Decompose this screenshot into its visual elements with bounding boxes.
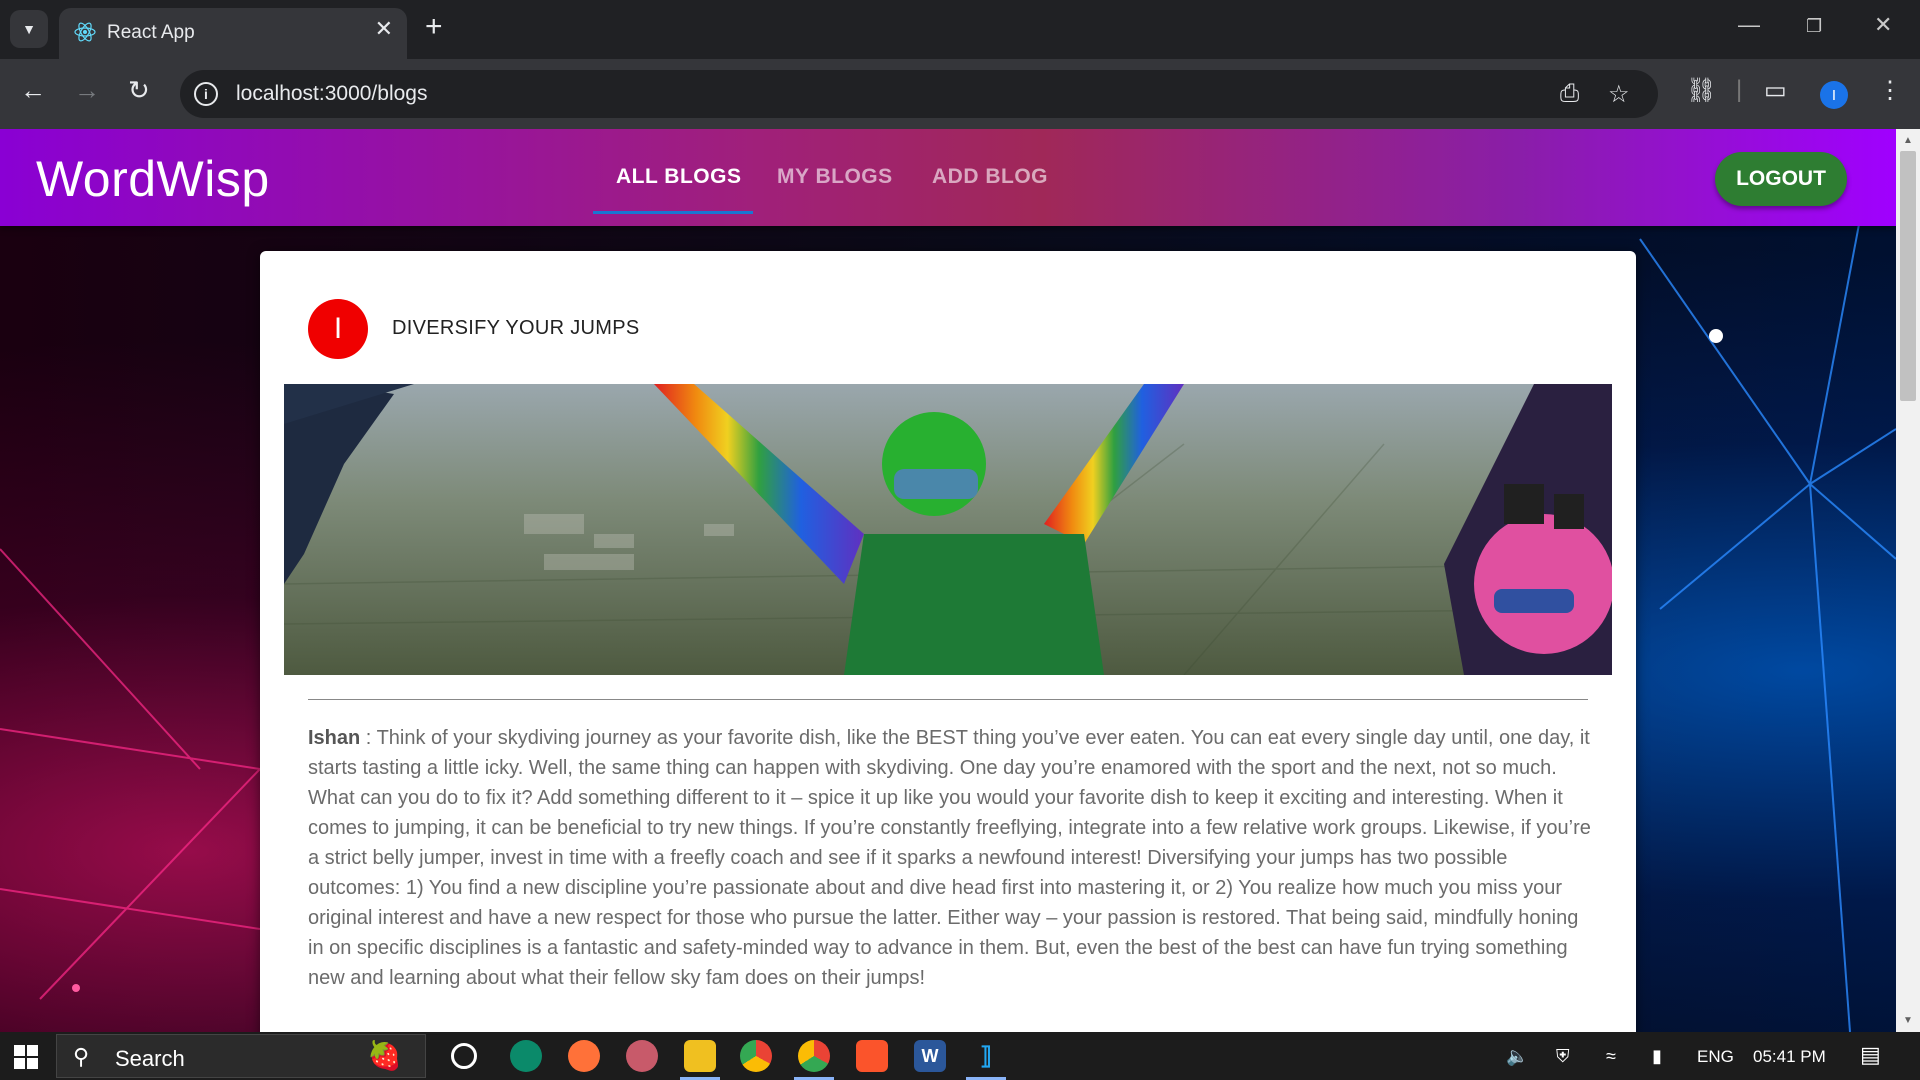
chrome-icon[interactable] [740, 1040, 772, 1072]
search-icon: ⚲ [73, 1044, 90, 1069]
volume-icon[interactable]: 🔈 [1506, 1046, 1528, 1067]
chrome-profile-icon[interactable] [798, 1040, 830, 1072]
clock[interactable]: 05:41 PM [1753, 1047, 1826, 1067]
blog-body-text: Think of your skydiving journey as your … [308, 727, 1591, 989]
tab-all-blogs[interactable]: ALL BLOGS [616, 165, 741, 189]
blog-body: Ishan : Think of your skydiving journey … [308, 723, 1593, 993]
windows-taskbar: ⚲ Search 🍓 W ⟧ 🔈 ⛨ ≈ ▮ ENG 05:41 PM ▤ [0, 1032, 1920, 1080]
page-scrollbar[interactable]: ▲ ▼ [1896, 129, 1920, 1032]
browser-tabstrip: ▼ React App ✕ + — ❐ ✕ [0, 0, 1920, 59]
cast-icon[interactable]: ▭ [1764, 76, 1787, 105]
minimize-icon[interactable]: — [1738, 12, 1760, 38]
logout-button[interactable]: LOGOUT [1715, 152, 1847, 206]
paint-icon[interactable] [626, 1040, 658, 1072]
blog-image [284, 384, 1612, 675]
firefox-icon[interactable] [568, 1040, 600, 1072]
app-header: WordWisp ALL BLOGS MY BLOGS ADD BLOG LOG… [0, 129, 1896, 226]
blog-card: I DIVERSIFY YOUR JUMPS Ishan: Think of … [260, 251, 1636, 1032]
reload-icon[interactable]: ↻ [128, 75, 150, 106]
restore-icon[interactable]: ❐ [1806, 16, 1822, 37]
install-app-icon[interactable]: ⎙ [1560, 80, 1579, 108]
language-indicator[interactable]: ENG [1697, 1047, 1734, 1067]
author-name: Ishan [308, 727, 361, 749]
battery-icon[interactable]: ▮ [1652, 1046, 1662, 1067]
edge-icon[interactable] [510, 1040, 542, 1072]
tab-add-blog[interactable]: ADD BLOG [932, 165, 1048, 189]
bookmark-star-icon[interactable]: ☆ [1608, 80, 1630, 109]
menu-kebab-icon[interactable]: ⋮ [1878, 76, 1902, 105]
taskbar-search[interactable]: ⚲ Search 🍓 [56, 1034, 426, 1078]
active-tab-indicator [593, 211, 753, 214]
tab-title: React App [107, 22, 195, 43]
react-icon [74, 22, 96, 42]
back-icon[interactable]: ← [20, 75, 46, 106]
author-separator: : [360, 727, 377, 749]
page-viewport: WordWisp ALL BLOGS MY BLOGS ADD BLOG LOG… [0, 129, 1896, 1032]
content-divider [308, 699, 1588, 700]
scrollbar-thumb[interactable] [1900, 151, 1916, 401]
site-info-icon[interactable]: i [194, 82, 218, 106]
forward-icon[interactable]: → [74, 75, 100, 106]
vscode-icon[interactable]: ⟧ [970, 1040, 1002, 1072]
brand-logo[interactable]: WordWisp [36, 150, 270, 208]
address-bar[interactable]: i localhost:3000/blogs ⎙ ☆ [180, 70, 1658, 118]
file-explorer-icon[interactable] [684, 1040, 716, 1072]
toolbar-divider: | [1736, 76, 1743, 103]
search-placeholder: Search [115, 1046, 185, 1071]
close-window-icon[interactable]: ✕ [1874, 12, 1892, 38]
security-shield-icon[interactable]: ⛨ [1556, 1046, 1570, 1067]
notifications-icon[interactable]: ▤ [1860, 1042, 1881, 1068]
tab-close-icon[interactable]: ✕ [375, 16, 393, 42]
tab-search-button[interactable]: ▼ [10, 10, 48, 48]
extensions-icon[interactable]: ⛓ [1686, 76, 1716, 105]
scroll-up-arrow-icon[interactable]: ▲ [1903, 135, 1913, 146]
blog-title: DIVERSIFY YOUR JUMPS [392, 317, 640, 339]
wifi-icon[interactable]: ≈ [1606, 1046, 1616, 1067]
author-avatar: I [308, 299, 368, 359]
browser-tab[interactable]: React App ✕ [59, 8, 407, 59]
windows-start-icon[interactable] [14, 1045, 38, 1069]
profile-avatar[interactable]: I [1820, 81, 1848, 109]
word-icon[interactable]: W [914, 1040, 946, 1072]
cortana-icon[interactable] [451, 1043, 477, 1069]
scroll-down-arrow-icon[interactable]: ▼ [1903, 1015, 1913, 1026]
url-text[interactable]: localhost:3000/blogs [236, 82, 427, 106]
tab-my-blogs[interactable]: MY BLOGS [777, 165, 893, 189]
new-tab-button[interactable]: + [425, 10, 443, 44]
brave-icon[interactable] [856, 1040, 888, 1072]
strawberry-icon: 🍓 [367, 1040, 402, 1071]
browser-toolbar: ← → ↻ i localhost:3000/blogs ⎙ ☆ ⛓ | ▭ I… [0, 59, 1920, 129]
